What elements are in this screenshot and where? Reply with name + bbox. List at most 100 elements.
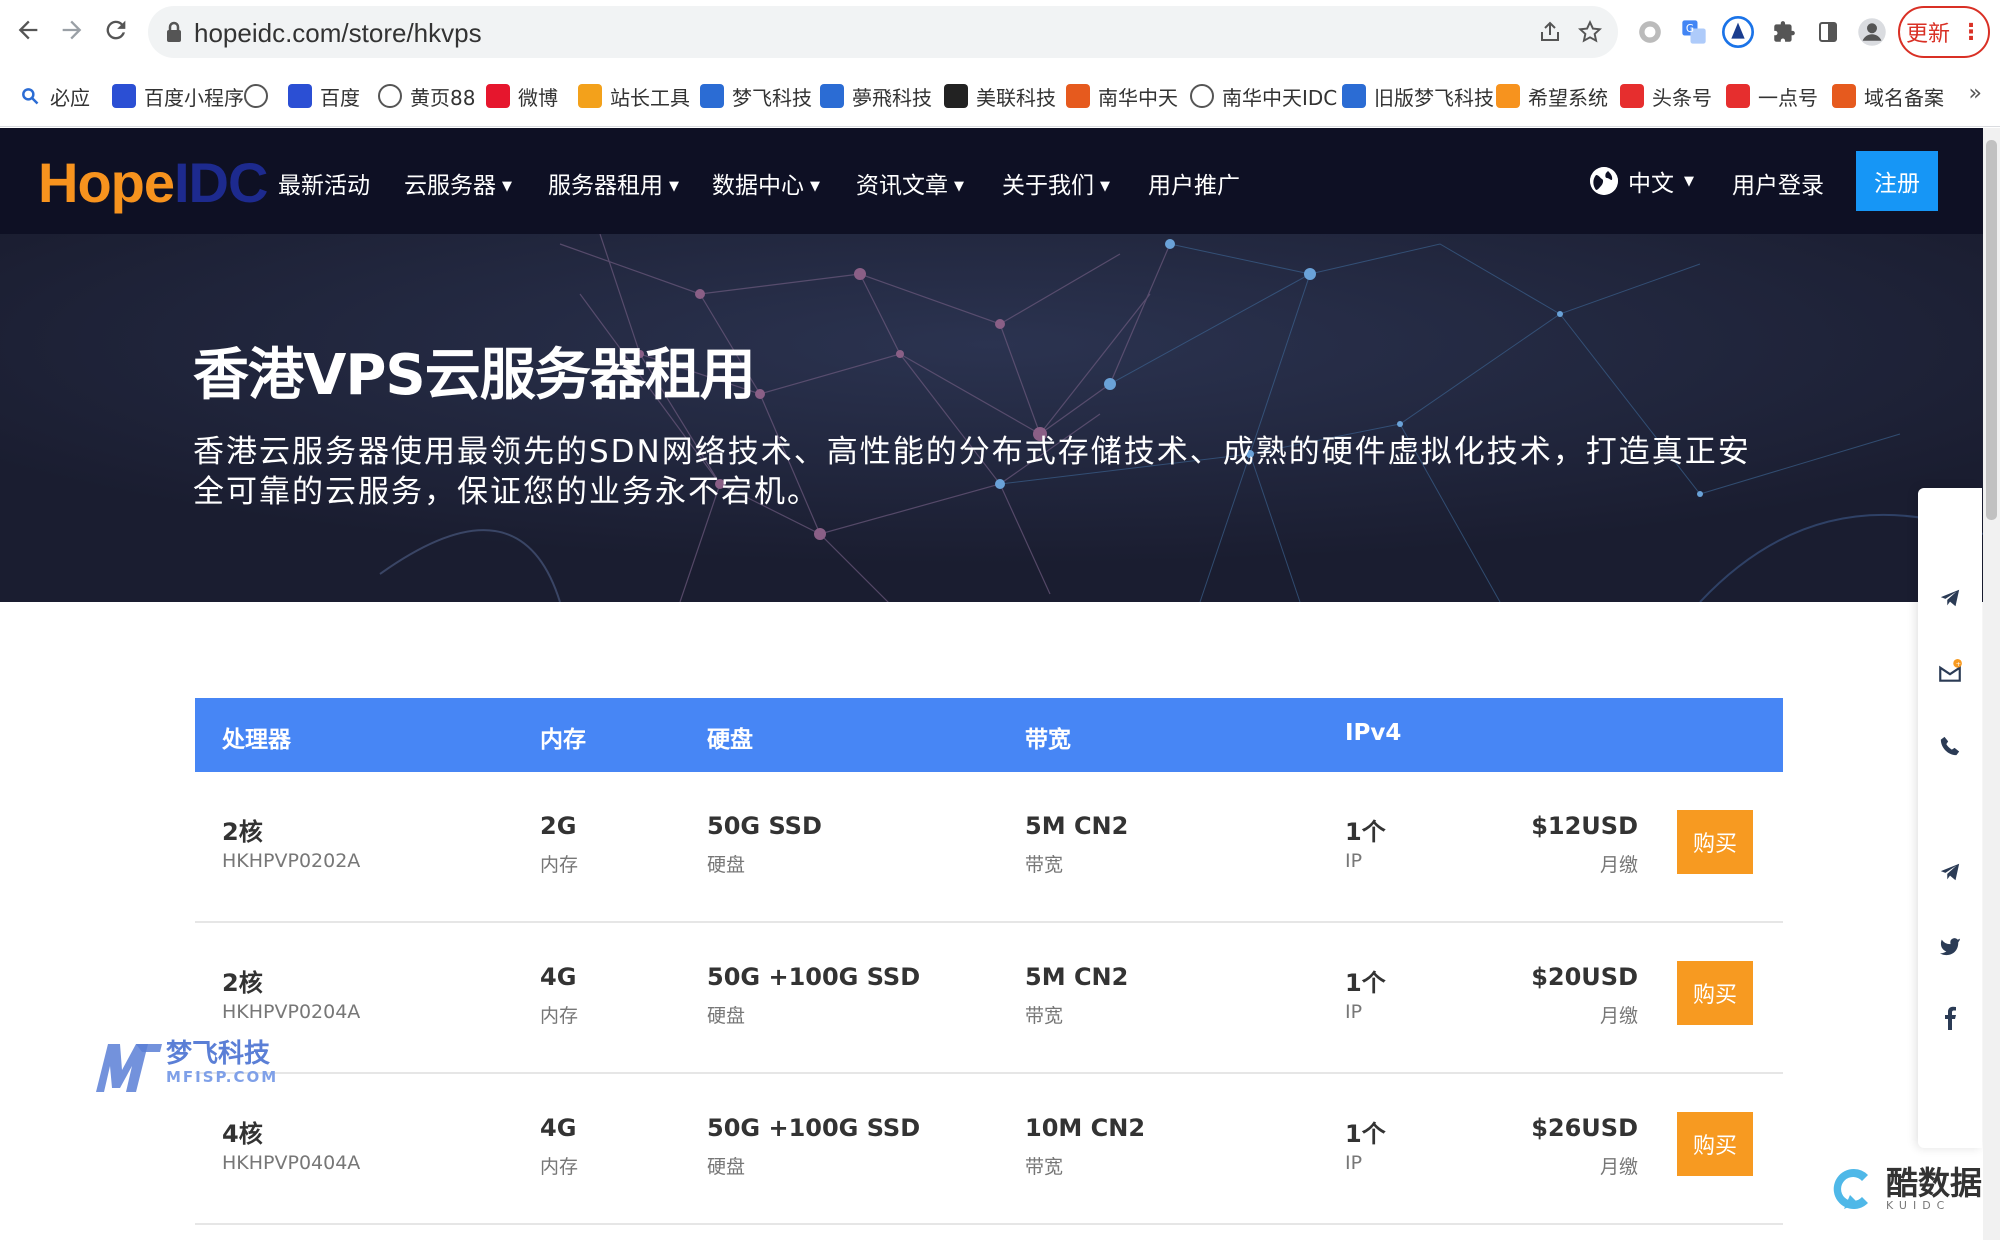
plan-bw: 10M CN2 xyxy=(1025,1114,1146,1142)
plan-bw: 5M CN2 xyxy=(1025,963,1129,991)
bookmark-label: 站长工具 xyxy=(610,85,690,110)
twitter-icon[interactable] xyxy=(1936,932,1964,960)
bookmark-item[interactable]: 百度小程序 xyxy=(112,79,244,113)
caret-down-icon: ▼ xyxy=(1100,179,1110,194)
bookmark-item[interactable]: 黄页88 xyxy=(378,79,475,113)
page-title: 香港VPS云服务器租用 xyxy=(193,343,756,408)
address-bar[interactable]: hopeidc.com/store/hkvps xyxy=(148,6,1618,58)
plan-disk: 50G SSD xyxy=(707,812,822,840)
bookmark-label: 域名备案 xyxy=(1864,85,1944,110)
nav-menu-item[interactable]: 资讯文章 ▼ xyxy=(856,166,964,200)
register-button[interactable]: 注册 xyxy=(1856,151,1938,211)
nav-menu-item[interactable]: 数据中心 ▼ xyxy=(712,166,820,200)
bookmark-label: 微博 xyxy=(518,85,558,110)
bookmark-item[interactable]: 一点号 xyxy=(1726,79,1818,113)
network-background-graphic xyxy=(0,234,1983,602)
reload-icon[interactable] xyxy=(98,12,134,48)
kuidc-watermark-title: 酷数据 xyxy=(1886,1163,1983,1202)
table-header: 处理器 内存 硬盘 带宽 IPv4 xyxy=(195,698,1783,772)
nav-menu-item[interactable]: 关于我们 ▼ xyxy=(1002,166,1110,200)
back-icon[interactable] xyxy=(10,12,46,48)
plan-disk: 50G +100G SSD xyxy=(707,1114,921,1142)
bookmark-item[interactable]: 站长工具 xyxy=(578,79,690,113)
side-panel-icon[interactable] xyxy=(1810,14,1846,50)
star-icon[interactable] xyxy=(1574,16,1606,48)
mf-logo-icon xyxy=(96,1044,162,1092)
plan-mem: 4G xyxy=(540,1114,577,1142)
profile-avatar-icon[interactable] xyxy=(1854,14,1890,50)
facebook-icon[interactable] xyxy=(1936,1004,1964,1032)
plan-mem: 4G xyxy=(540,963,577,991)
page-scrollbar[interactable] xyxy=(1983,128,2000,1240)
plan-mem: 2G xyxy=(540,812,577,840)
kuidc-logo-icon xyxy=(1833,1168,1868,1209)
buy-button[interactable]: 购买 xyxy=(1677,961,1753,1025)
column-header-ipv4: IPv4 xyxy=(1345,720,1402,746)
bookmark-item[interactable]: 希望系统 xyxy=(1496,79,1608,113)
bookmark-item[interactable]: 百度 xyxy=(288,79,360,113)
bookmark-item[interactable] xyxy=(244,79,268,113)
plan-bw: 5M CN2 xyxy=(1025,812,1129,840)
buy-button[interactable]: 购买 xyxy=(1677,1112,1753,1176)
plan-mem-sublabel: 内存 xyxy=(540,854,579,876)
account-circle-extension-icon[interactable] xyxy=(1720,14,1756,50)
hero-banner: 香港VPS云服务器租用 香港云服务器使用最领先的SDN网络技术、高性能的分布式存… xyxy=(0,234,1983,602)
login-link[interactable]: 用户登录 xyxy=(1732,166,1824,200)
plan-ip-sublabel: IP xyxy=(1345,1152,1363,1174)
nav-menu-item[interactable]: 最新活动 xyxy=(278,166,370,200)
scrollbar-thumb[interactable] xyxy=(1986,140,1997,520)
plan-ip-sublabel: IP xyxy=(1345,1001,1363,1023)
update-button[interactable]: 更新 ⋮ xyxy=(1898,6,1990,58)
site-logo[interactable]: HopeIDC xyxy=(38,150,268,215)
baidu-paw-icon xyxy=(288,84,312,108)
bookmark-label: 百度小程序 xyxy=(144,85,244,110)
bookmark-label: 梦飞科技 xyxy=(732,85,812,110)
nav-menu-label: 最新活动 xyxy=(278,173,370,199)
bookmark-label: 必应 xyxy=(50,85,90,110)
mf-watermark-sub: MFISP.COM xyxy=(166,1068,279,1086)
bookmark-item[interactable]: 域名备案 xyxy=(1832,79,1944,113)
extension-gray-icon[interactable] xyxy=(1632,14,1668,50)
bookmark-item[interactable]: 夢飛科技 xyxy=(820,79,932,113)
telegram-icon[interactable] xyxy=(1936,858,1964,886)
globe-icon xyxy=(244,84,268,108)
share-icon[interactable] xyxy=(1534,16,1566,48)
bookmark-label: 希望系统 xyxy=(1528,85,1608,110)
yidian-icon xyxy=(1726,84,1750,108)
bookmark-item[interactable]: 美联科技 xyxy=(944,79,1056,113)
hero-description: 香港云服务器使用最领先的SDN网络技术、高性能的分布式存储技术、成熟的硬件虚拟化… xyxy=(193,434,1751,510)
nav-menu-item[interactable]: 用户推广 xyxy=(1148,166,1240,200)
tools-icon xyxy=(578,84,602,108)
toutiao-icon xyxy=(1620,84,1644,108)
bookmarks-overflow-icon[interactable]: » xyxy=(1969,81,1982,106)
buy-button[interactable]: 购买 xyxy=(1677,810,1753,874)
floating-contact-bar: + xyxy=(1918,488,1982,1148)
bookmark-item[interactable]: 微博 xyxy=(486,79,558,113)
mf-icon xyxy=(1342,84,1366,108)
bookmark-item[interactable]: 必应 xyxy=(18,79,90,113)
phone-icon[interactable] xyxy=(1936,732,1964,760)
table-row: 4核 HKHPVP0404A 4G 内存 50G +100G SSD 硬盘 10M CN2 带… xyxy=(195,1074,1783,1225)
nav-menu-item[interactable]: 云服务器 ▼ xyxy=(404,166,512,200)
mf-watermark-title: 梦飞科技 xyxy=(166,1039,271,1069)
table-row: 2核 HKHPVP0204A 4G 内存 50G +100G SSD 硬盘 5M CN2 带宽… xyxy=(195,923,1783,1074)
nav-menu-item[interactable]: 服务器租用 ▼ xyxy=(548,166,679,200)
site-header: HopeIDC 最新活动 云服务器 ▼ 服务器租用 ▼ 数据中心 ▼ 资讯文章 ▼ 关于我们 ▼ 用户… xyxy=(0,128,1983,234)
message-notification-icon[interactable]: + xyxy=(1936,658,1964,686)
plan-bw-sublabel: 带宽 xyxy=(1025,854,1064,876)
plan-ip-sublabel: IP xyxy=(1345,850,1363,872)
puzzle-extensions-icon[interactable] xyxy=(1766,14,1802,50)
plan-bw-sublabel: 带宽 xyxy=(1025,1005,1064,1027)
language-switcher[interactable]: 中文 ▼ xyxy=(1590,164,1694,198)
forward-icon[interactable] xyxy=(54,12,90,48)
bookmark-item[interactable]: 南华中天 xyxy=(1066,79,1178,113)
bookmark-item[interactable]: 南华中天IDC xyxy=(1190,79,1337,113)
telegram-icon[interactable] xyxy=(1936,584,1964,612)
bookmark-item[interactable]: 旧版梦飞科技 xyxy=(1342,79,1494,113)
svg-text:+: + xyxy=(1956,660,1961,668)
caret-down-icon: ▼ xyxy=(954,179,964,194)
bookmark-item[interactable]: 梦飞科技 xyxy=(700,79,812,113)
translate-icon[interactable]: G xyxy=(1676,14,1712,50)
bookmark-item[interactable]: 头条号 xyxy=(1620,79,1712,113)
globe-icon xyxy=(378,84,402,108)
